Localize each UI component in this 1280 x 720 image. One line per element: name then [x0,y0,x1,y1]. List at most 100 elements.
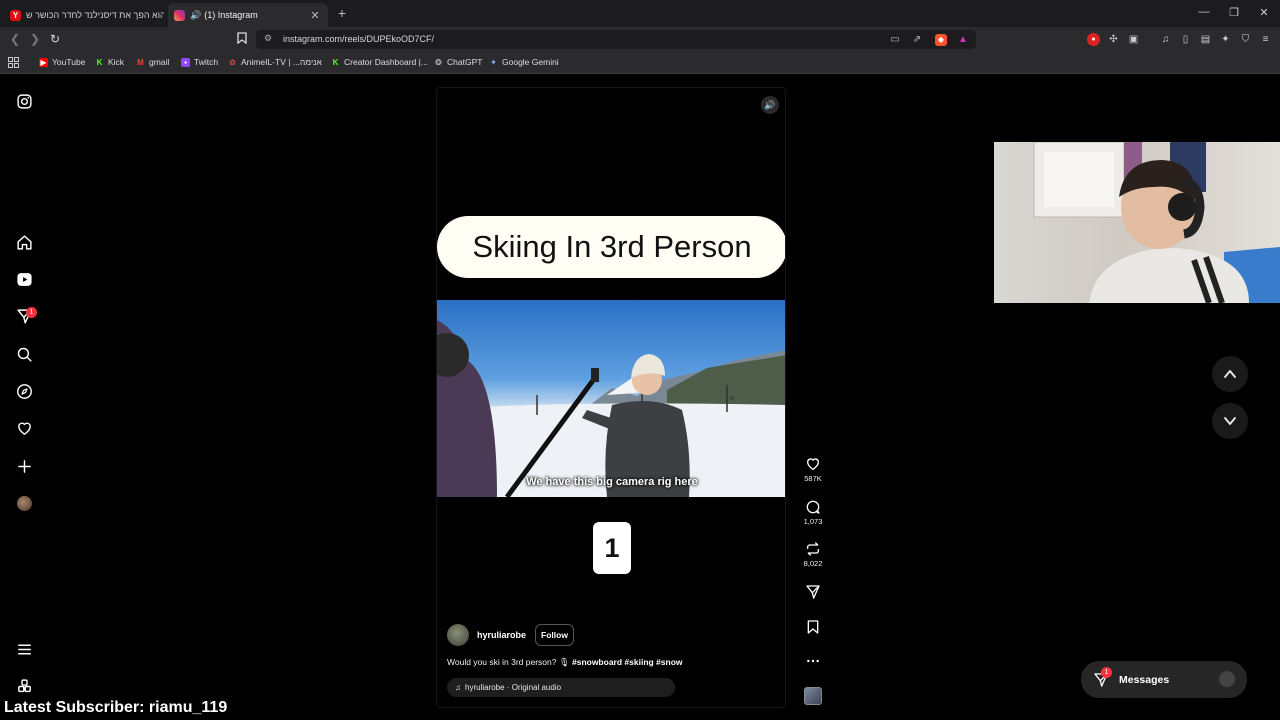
new-tab-button[interactable]: + [334,5,350,21]
gmail-icon: M [137,57,144,67]
minimize-button[interactable]: — [1196,6,1212,18]
restore-button[interactable]: ❐ [1226,6,1242,19]
also-from-meta-icon[interactable] [14,676,34,696]
comment-bubble-icon [806,500,820,514]
hashtags[interactable]: #snowboard #skiing #snow [572,657,683,667]
webcam-image [1033,142,1280,303]
previous-reel-button[interactable] [1212,356,1248,392]
apps-grid-icon[interactable] [8,57,19,68]
latest-subscriber-overlay: Latest Subscriber: riamu_119 [4,699,228,716]
chevron-up-icon [1224,370,1236,378]
more-dots-icon [807,659,819,663]
bookmark-chatgpt[interactable]: ❂ ChatGPT [434,57,482,67]
url-text: instagram.com/reels/DUPEkoOD7CF/ [283,34,435,44]
bookmark-gmail[interactable]: Mgmail [136,57,169,67]
back-button[interactable]: ❮ [8,32,22,46]
messages-badge: 1 [1101,666,1112,678]
more-options-button[interactable] [798,653,828,669]
tab-instagram[interactable]: 🔊 (1) Instagram ✕ [168,3,328,27]
notification-badge: 1 [26,307,37,318]
instagram-logo-icon[interactable] [14,91,34,111]
author-avatar[interactable] [447,624,469,646]
close-window-button[interactable]: ✕ [1256,6,1272,19]
extensions-puzzle-icon[interactable]: ✣ [1107,33,1120,46]
bookmark-animeil[interactable]: ✿ AnimeIL-TV | ...אנימה [228,57,322,67]
video-frame[interactable]: We have this big camera rig here [437,300,785,497]
search-icon[interactable] [14,344,34,364]
messages-avatar [1219,671,1235,687]
bookmark-youtube[interactable]: ▶ YouTube [39,57,85,67]
audio-thumbnail[interactable] [804,687,822,705]
music-note-icon: ♫ [455,683,461,692]
more-menu-icon[interactable] [14,639,34,659]
site-settings-icon[interactable]: ⚙ [264,33,272,44]
home-icon[interactable] [14,232,34,252]
extension-record-icon[interactable]: ● [1087,33,1100,46]
kick-icon: K [96,57,103,67]
webcam-overlay [994,142,1280,303]
profile-avatar[interactable] [17,496,32,511]
repost-button[interactable]: 8,022 [798,541,828,568]
repost-icon [807,542,819,556]
chatgpt-icon: ❂ [435,57,442,67]
save-button[interactable] [798,619,828,635]
reload-button[interactable]: ↻ [48,32,62,46]
author-row: hyruliarobe Follow [447,624,574,646]
extension-icon[interactable]: ▣ [1127,33,1140,46]
like-button[interactable]: 587K [798,456,828,483]
wallet-icon[interactable]: ▤ [1199,33,1212,46]
share-icon[interactable]: ⇗ [911,34,923,46]
follow-button[interactable]: Follow [535,624,574,646]
comment-button[interactable]: 1,073 [798,499,828,526]
author-username[interactable]: hyruliarobe [477,630,526,640]
address-bar-row: ❮ ❯ ↻ ⚙ instagram.com/reels/DUPEkoOD7CF/… [0,27,1280,52]
messages-label: Messages [1119,673,1170,686]
create-plus-icon[interactable] [14,456,34,476]
video-caption: We have this big camera rig here [526,476,698,488]
reels-icon[interactable] [14,269,34,289]
sidebar-icon[interactable]: ▯ [1179,33,1192,46]
youtube-icon: ▶ [39,57,48,67]
bookmark-twitch[interactable]: ▪ Twitch [181,57,218,67]
brave-rewards-icon[interactable]: ▲ [957,34,969,46]
reel-player[interactable]: 🔊 Skiing In 3rd Person We have this big [436,87,786,708]
description-text: Would you ski in 3rd person? 🎙 [447,657,572,667]
bookmark-creator-dashboard[interactable]: K Creator Dashboard |... [331,57,428,67]
menu-icon[interactable]: ≡ [1259,33,1272,46]
ski-scene-image [437,320,785,497]
bookmark-icon [807,620,819,634]
cast-icon[interactable]: ▭ [889,34,901,46]
tab-title: (1) Instagram [204,10,258,20]
twitch-icon: ▪ [181,57,190,67]
send-icon [806,585,820,599]
url-field[interactable]: ⚙ instagram.com/reels/DUPEkoOD7CF/ ▭ ⇗ ◆… [256,30,976,49]
leo-ai-icon[interactable]: ✦ [1219,33,1232,46]
gemini-icon: ✦ [490,57,497,67]
tab-strip: Y הוא הפך את דיסנילנד לחדר הכושר ש... 🔊 … [0,0,1280,27]
tab-disneyland[interactable]: Y הוא הפך את דיסנילנד לחדר הכושר ש... [6,3,164,27]
heart-icon[interactable] [14,418,34,438]
bookmarks-bar: ▶ YouTube K Kick Mgmail ▪ Twitch ✿ AnimeIL-T… [0,52,1280,74]
audio-track-label: hyruliarobe · Original audio [465,683,562,692]
bookmark-gemini[interactable]: ✦ Google Gemini [489,57,559,67]
instagram-icon [174,9,185,21]
audio-track-pill[interactable]: ♫ hyruliarobe · Original audio [447,678,675,697]
speaker-icon[interactable]: 🔊 [190,10,201,21]
close-tab-icon[interactable]: ✕ [308,9,322,22]
bookmark-icon[interactable] [235,32,249,47]
forward-button[interactable]: ❯ [28,32,42,46]
yandex-icon: Y [10,9,21,21]
next-reel-button[interactable] [1212,403,1248,439]
comment-count: 1,073 [803,517,823,526]
vpn-shield-icon[interactable]: ⛉ [1239,33,1252,46]
volume-icon[interactable]: 🔊 [761,96,779,114]
brave-shield-icon[interactable]: ◆ [935,34,947,46]
share-button[interactable] [798,584,828,600]
bookmark-kick[interactable]: K Kick [95,57,124,67]
messages-button[interactable]: 1 Messages [1081,661,1247,698]
music-icon[interactable]: ♫ [1159,33,1172,46]
explore-compass-icon[interactable] [14,381,34,401]
reel-description[interactable]: Would you ski in 3rd person? 🎙 #snowboar… [447,657,683,668]
reel-overlay-title: Skiing In 3rd Person [437,216,785,278]
animeil-icon: ✿ [229,57,236,67]
